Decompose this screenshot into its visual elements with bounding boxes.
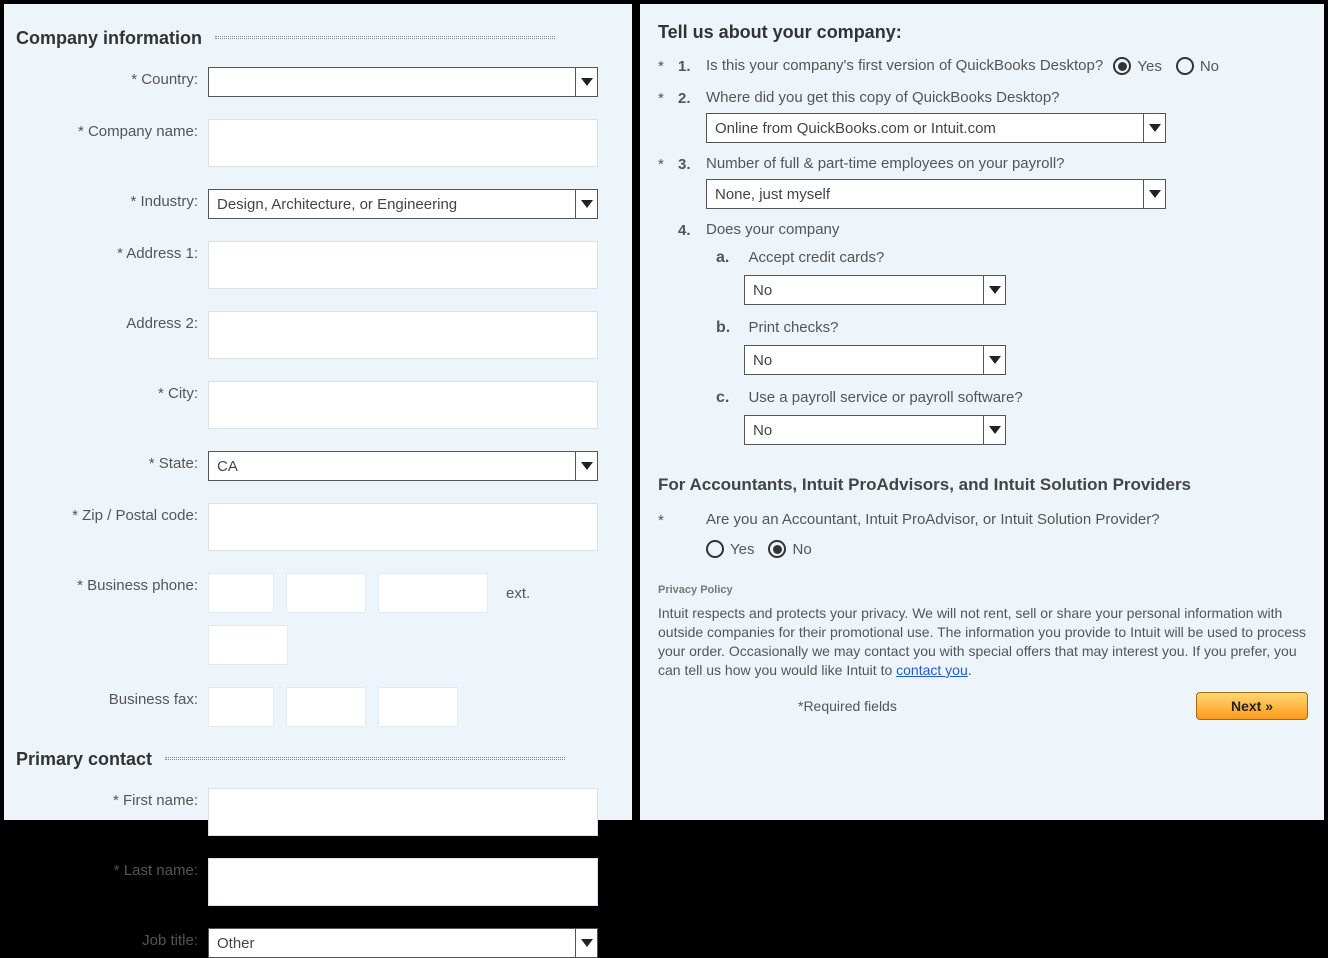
label-business-fax: Business fax:	[16, 687, 208, 708]
label-business-phone: * Business phone:	[16, 573, 208, 594]
chevron-down-icon	[983, 276, 1005, 304]
label-state: * State:	[16, 451, 208, 472]
job-title-select[interactable]: Other	[208, 928, 598, 958]
phone-number-input[interactable]	[378, 573, 488, 613]
required-asterisk: *	[658, 57, 678, 75]
contact-you-link[interactable]: contact you	[896, 662, 968, 678]
section-company-info: Company information	[16, 28, 614, 49]
q4-text: Does your company	[706, 221, 1308, 239]
privacy-policy-text: Intuit respects and protects your privac…	[658, 604, 1308, 680]
question-number: 3.	[678, 155, 706, 173]
label-ext: ext.	[506, 585, 530, 602]
question-number: 1.	[678, 57, 706, 75]
acc-section-title: For Accountants, Intuit ProAdvisors, and…	[658, 475, 1308, 495]
radio-dot-icon	[1118, 62, 1127, 71]
q4a-letter: a.	[716, 249, 744, 267]
divider-dots	[165, 757, 565, 760]
required-asterisk: *	[658, 511, 678, 558]
section-tell-us: Tell us about your company:	[658, 22, 1308, 43]
label-address2: Address 2:	[16, 311, 208, 332]
first-name-input[interactable]	[208, 788, 598, 836]
section-title-text: Primary contact	[16, 749, 152, 769]
divider-dots	[215, 36, 555, 39]
q2-select[interactable]: Online from QuickBooks.com or Intuit.com	[706, 113, 1166, 143]
chevron-down-icon	[983, 416, 1005, 444]
q2-text: Where did you get this copy of QuickBook…	[706, 89, 1308, 107]
q3-select[interactable]: None, just myself	[706, 179, 1166, 209]
q4a-select[interactable]: No	[744, 275, 1006, 305]
chevron-down-icon	[575, 68, 597, 96]
phone-ext-input[interactable]	[208, 625, 288, 665]
acc-yes-radio[interactable]	[706, 540, 724, 558]
country-select[interactable]	[208, 67, 598, 97]
label-zip: * Zip / Postal code:	[16, 503, 208, 524]
chevron-down-icon	[983, 346, 1005, 374]
label-job-title: Job title:	[16, 928, 208, 949]
q4b-text: Print checks?	[748, 319, 838, 336]
acc-question: Are you an Accountant, Intuit ProAdvisor…	[706, 511, 1308, 528]
company-name-input[interactable]	[208, 119, 598, 167]
required-fields-note: *Required fields	[798, 698, 897, 714]
phone-prefix-input[interactable]	[286, 573, 366, 613]
required-asterisk: *	[658, 89, 678, 107]
chevron-down-icon	[575, 452, 597, 480]
section-title-text: Tell us about your company:	[658, 22, 902, 42]
label-address1: * Address 1:	[16, 241, 208, 262]
chevron-down-icon	[575, 190, 597, 218]
q4c-letter: c.	[716, 389, 744, 407]
fax-prefix-input[interactable]	[286, 687, 366, 727]
chevron-down-icon	[575, 929, 597, 957]
q4b-letter: b.	[716, 319, 744, 337]
chevron-down-icon	[1143, 114, 1165, 142]
label-industry: * Industry:	[16, 189, 208, 210]
label-country: * Country:	[16, 67, 208, 88]
q1-yes-radio[interactable]	[1113, 57, 1131, 75]
privacy-policy-label: Privacy Policy	[658, 584, 1308, 596]
address1-input[interactable]	[208, 241, 598, 289]
label-first-name: * First name:	[16, 788, 208, 809]
label-company-name: * Company name:	[16, 119, 208, 140]
q4c-select[interactable]: No	[744, 415, 1006, 445]
chevron-down-icon	[1143, 180, 1165, 208]
q4a-text: Accept credit cards?	[748, 249, 884, 266]
label-last-name: * Last name:	[16, 858, 208, 879]
city-input[interactable]	[208, 381, 598, 429]
q1-text: Is this your company's first version of …	[706, 57, 1103, 74]
last-name-input[interactable]	[208, 858, 598, 906]
required-asterisk: *	[658, 155, 678, 173]
q4c-text: Use a payroll service or payroll softwar…	[748, 389, 1022, 406]
next-button[interactable]: Next »	[1196, 692, 1308, 720]
section-title-text: Company information	[16, 28, 202, 48]
label-city: * City:	[16, 381, 208, 402]
radio-dot-icon	[773, 545, 782, 554]
industry-select[interactable]: Design, Architecture, or Engineering	[208, 189, 598, 219]
acc-no-radio[interactable]	[768, 540, 786, 558]
address2-input[interactable]	[208, 311, 598, 359]
section-primary-contact: Primary contact	[16, 749, 614, 770]
question-number: 4.	[678, 221, 706, 239]
q1-no-radio[interactable]	[1176, 57, 1194, 75]
question-number: 2.	[678, 89, 706, 107]
q3-text: Number of full & part-time employees on …	[706, 155, 1308, 173]
state-select[interactable]: CA	[208, 451, 598, 481]
q4b-select[interactable]: No	[744, 345, 1006, 375]
fax-area-input[interactable]	[208, 687, 274, 727]
phone-area-input[interactable]	[208, 573, 274, 613]
fax-number-input[interactable]	[378, 687, 458, 727]
zip-input[interactable]	[208, 503, 598, 551]
